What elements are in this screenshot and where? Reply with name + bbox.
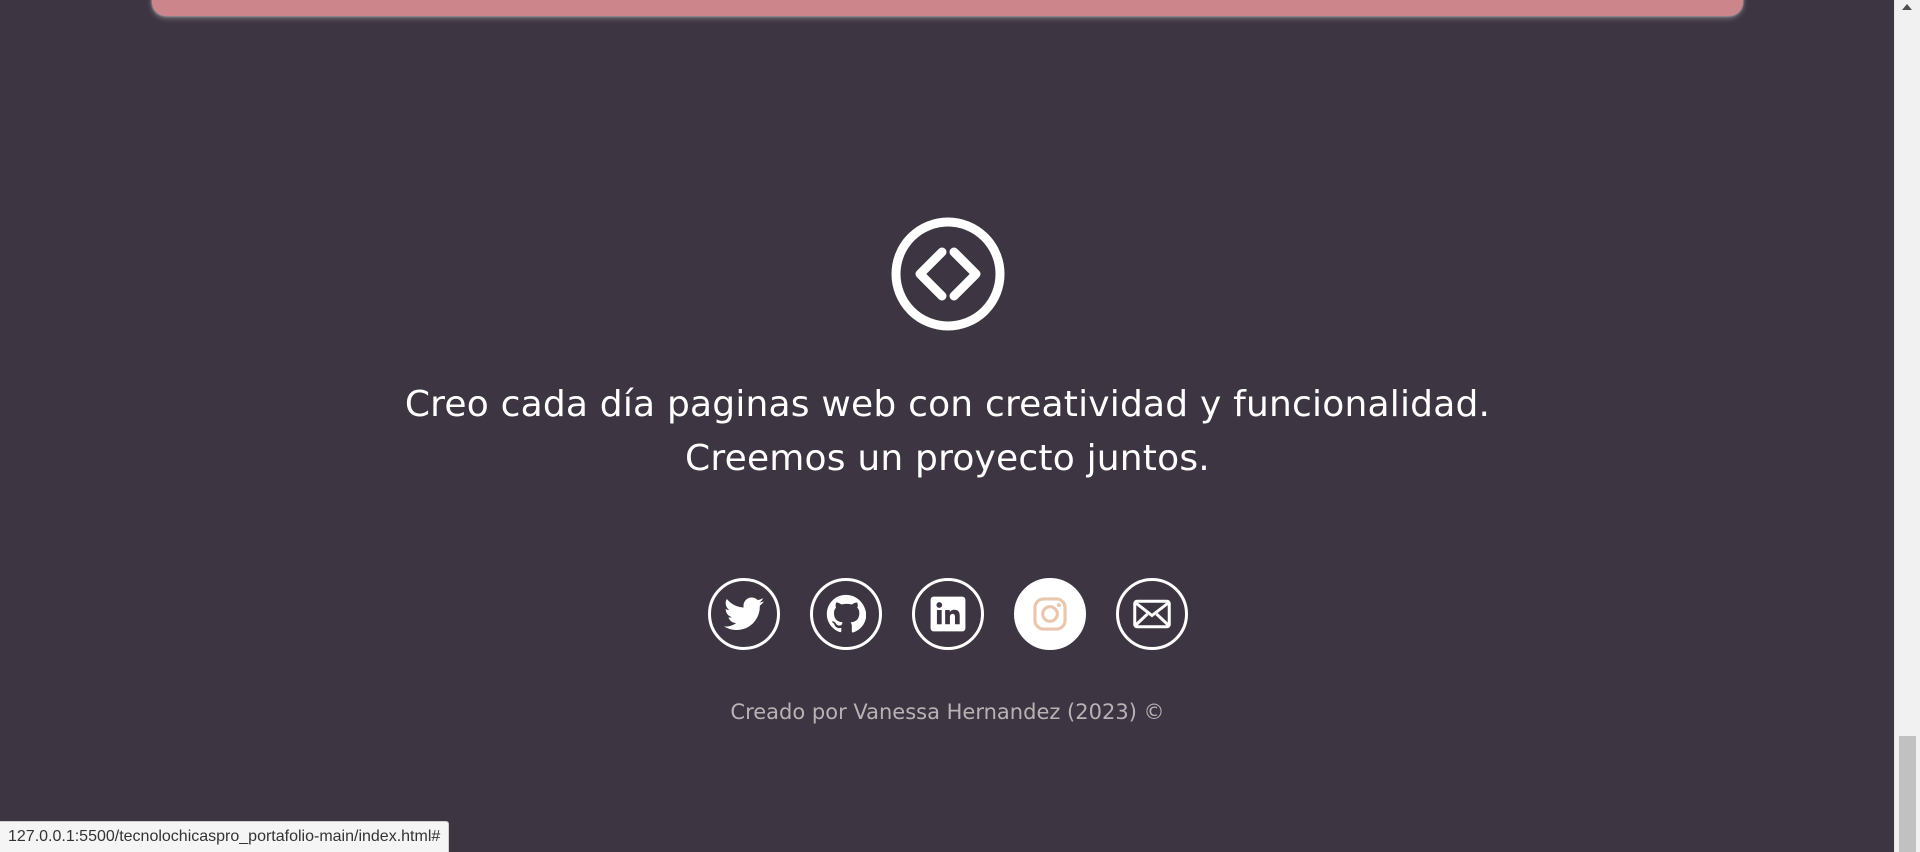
twitter-link[interactable] <box>707 578 780 650</box>
project-card-bottom-edge <box>152 0 1743 16</box>
social-links <box>0 578 1895 650</box>
twitter-icon <box>723 597 764 630</box>
scroll-up-arrow-icon[interactable] <box>1902 4 1912 10</box>
scrollbar-thumb[interactable] <box>1899 736 1916 852</box>
page: Creo cada día paginas web con creativida… <box>0 0 1895 852</box>
status-bar-url: 127.0.0.1:5500/tecnolochicaspro_portafol… <box>0 821 450 852</box>
linkedin-link[interactable] <box>911 578 984 650</box>
instagram-link[interactable] <box>1013 578 1086 650</box>
copyright-credit: Creado por Vanessa Hernandez (2023) © <box>730 700 1165 724</box>
code-circle-icon <box>891 217 1005 331</box>
github-link[interactable] <box>809 578 882 650</box>
vertical-scrollbar[interactable] <box>1894 0 1920 852</box>
tagline-line-1: Creo cada día paginas web con creativida… <box>404 384 1491 425</box>
github-icon <box>826 594 866 633</box>
email-link[interactable] <box>1115 578 1188 650</box>
tagline-line-2: Creemos un proyecto juntos. <box>685 438 1210 479</box>
linkedin-icon <box>930 596 965 632</box>
email-icon <box>1132 599 1171 629</box>
instagram-icon <box>1032 597 1067 631</box>
